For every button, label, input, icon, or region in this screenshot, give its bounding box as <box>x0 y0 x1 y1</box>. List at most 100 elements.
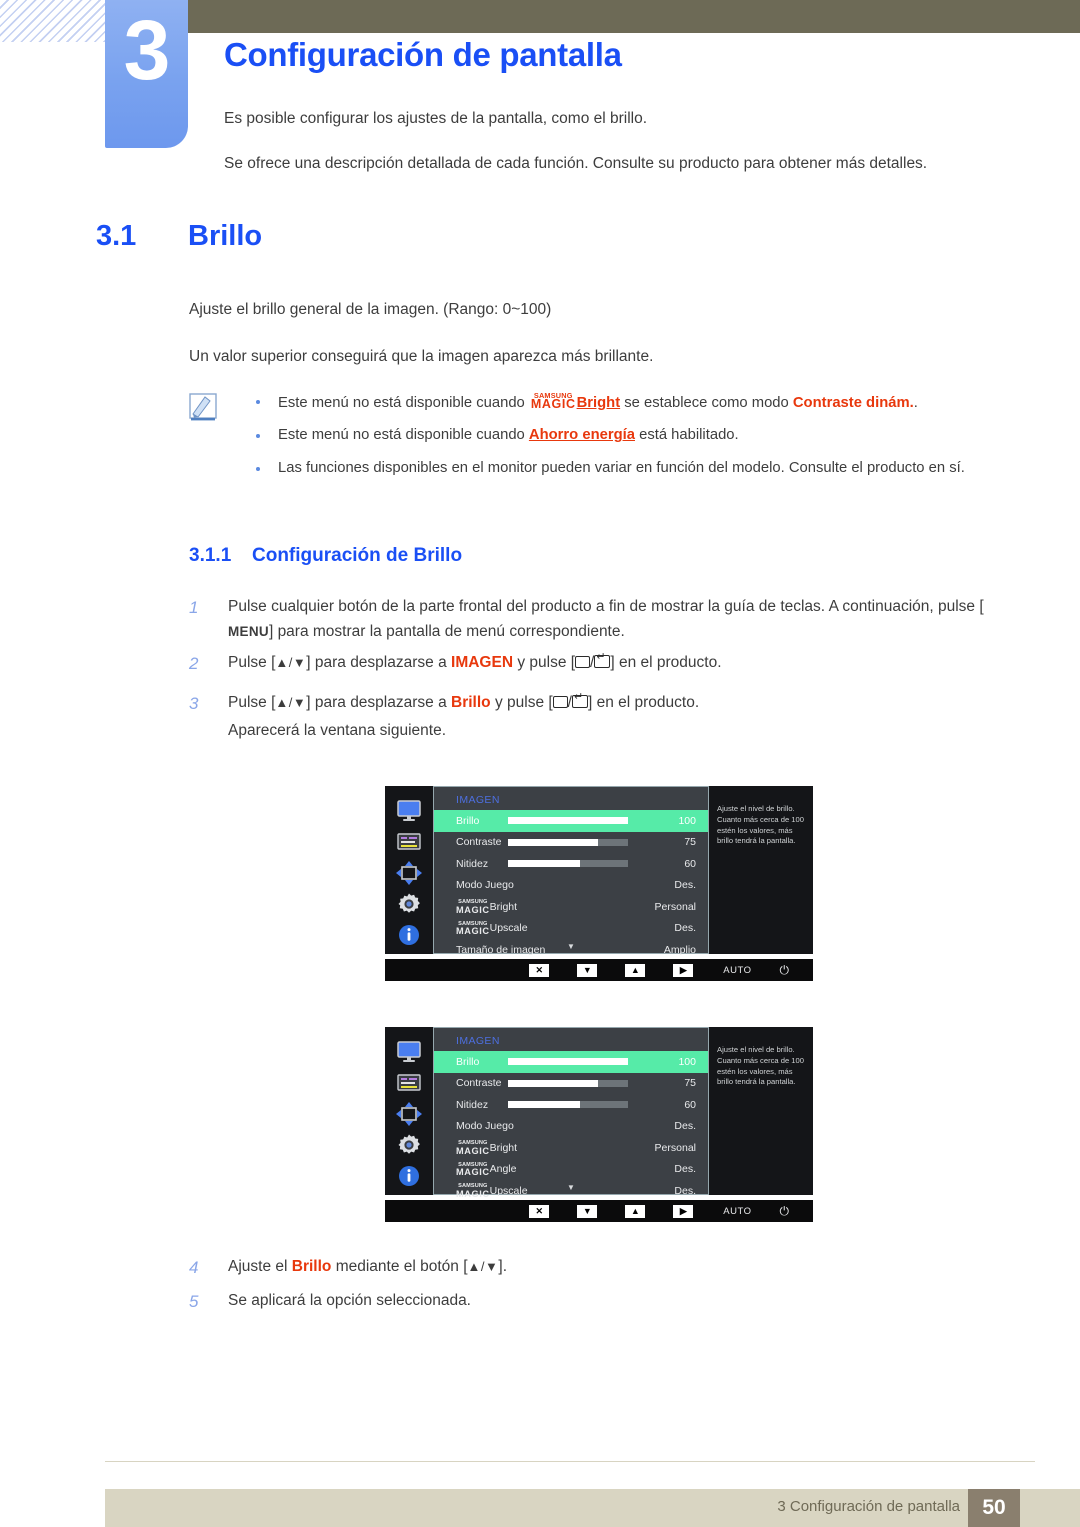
menu-key-label: MENU <box>228 624 269 640</box>
magic-bottom-text: MAGIC <box>456 904 490 915</box>
monitor-icon[interactable] <box>394 798 424 824</box>
osd-1-scroll-down-icon[interactable]: ▼ <box>567 943 575 951</box>
step-2: 2 Pulse [▲/▼] para desplazarse a IMAGEN y… <box>189 650 1019 675</box>
down-button[interactable]: ▼ <box>577 1204 598 1218</box>
enter-button[interactable]: ▶ <box>673 1204 694 1218</box>
power-button[interactable]: ⏻ <box>780 1204 790 1219</box>
osd-1-row-magicbright[interactable]: SAMSUNG MAGIC Bright Personal <box>434 896 708 918</box>
step-5-text: Se aplicará la opción seleccionada. <box>228 1292 471 1309</box>
osd-1-row-modo-juego-label: Modo Juego <box>456 879 514 892</box>
section-paragraph-2: Un valor superior conseguirá que la imag… <box>189 348 654 365</box>
chapter-number-tab: 3 <box>105 0 188 148</box>
osd-1-row-tamano-imagen-value: Amplio <box>663 943 696 956</box>
enter-button[interactable]: ▶ <box>673 963 694 977</box>
subsection-heading: 3.1.1 Configuración de Brillo <box>189 545 462 567</box>
osd-2-row-nitidez-bar[interactable] <box>508 1101 628 1109</box>
auto-button[interactable]: AUTO <box>723 1206 751 1217</box>
gear-icon[interactable] <box>394 891 424 917</box>
gear-icon[interactable] <box>394 1132 424 1158</box>
note-1-mid: se establece como modo <box>620 395 793 411</box>
osd-1-row-contraste[interactable]: Contraste 75 <box>434 832 708 854</box>
samsung-magic-logo: SAMSUNG MAGIC <box>456 921 490 937</box>
samsung-magic-logo: SAMSUNG MAGIC <box>456 1162 490 1178</box>
note-item: Las funciones disponibles en el monitor … <box>248 458 1013 479</box>
move-arrows-icon[interactable] <box>394 860 424 886</box>
step-2-pre: Pulse [ <box>228 654 276 671</box>
step-4-number: 4 <box>189 1258 199 1277</box>
osd-1-row-nitidez-bar[interactable] <box>508 860 628 868</box>
subsection-title: Configuración de Brillo <box>252 545 463 566</box>
osd-1-row-contraste-bar[interactable] <box>508 838 628 846</box>
osd-1-button-bar: ✕ ▼ ▲ ▶ AUTO ⏻ <box>385 959 813 981</box>
osd-1-row-brillo-label: Brillo <box>456 814 480 827</box>
move-arrows-icon[interactable] <box>394 1101 424 1127</box>
auto-button[interactable]: AUTO <box>723 965 751 976</box>
step-2-mid: ] para desplazarse a <box>306 654 452 671</box>
osd-1-row-magicbright-label: Bright <box>489 900 518 913</box>
down-button[interactable]: ▼ <box>577 963 598 977</box>
osd-2-row-magicbright[interactable]: SAMSUNG MAGIC Bright Personal <box>434 1137 708 1159</box>
osd-2-row-brillo-value: 100 <box>678 1055 696 1068</box>
osd-1-row-brillo-bar[interactable] <box>508 817 628 825</box>
step-4-highlight: Brillo <box>291 1258 332 1275</box>
section-heading: 3.1 Brillo <box>96 220 262 253</box>
source-key-icon <box>552 696 568 708</box>
osd-1-row-nitidez[interactable]: Nitidez 60 <box>434 853 708 875</box>
footer-page-number: 50 <box>968 1489 1020 1527</box>
osd-2-row-brillo-bar[interactable] <box>508 1058 628 1066</box>
osd-2-row-magicangle-value: Des. <box>674 1163 696 1176</box>
close-button[interactable]: ✕ <box>529 1204 550 1218</box>
note-3-text: Las funciones disponibles en el monitor … <box>278 459 965 476</box>
note-item: Este menú no está disponible cuando Ahor… <box>248 425 1013 446</box>
osd-2-row-magicangle[interactable]: SAMSUNG MAGIC Angle Des. <box>434 1159 708 1181</box>
step-1-post: ] para mostrar la pantalla de menú corre… <box>268 623 625 641</box>
osd-2-sidebar <box>385 1027 433 1195</box>
footer-title: 3 Configuración de pantalla <box>777 1498 960 1515</box>
note-1-pre: Este menú no está disponible cuando <box>278 395 529 411</box>
osd-1-row-modo-juego[interactable]: Modo Juego Des. <box>434 875 708 897</box>
osd-1-sidebar <box>385 786 433 954</box>
up-button[interactable]: ▲ <box>625 1204 646 1218</box>
osd-2-help-text: Ajuste el nivel de brillo. Cuanto más ce… <box>709 1027 813 1195</box>
osd-2-row-magicangle-label: Angle <box>489 1163 517 1176</box>
osd-2-row-contraste-label: Contraste <box>456 1077 502 1090</box>
osd-2-row-magicbright-label: Bright <box>489 1141 518 1154</box>
monitor-icon[interactable] <box>394 1039 424 1065</box>
info-icon[interactable] <box>394 922 424 948</box>
info-icon[interactable] <box>394 1163 424 1189</box>
list-icon[interactable] <box>394 1070 424 1096</box>
osd-2-row-contraste[interactable]: Contraste 75 <box>434 1073 708 1095</box>
osd-2-row-brillo[interactable]: Brillo 100 <box>434 1051 708 1073</box>
note-2-pre: Este menú no está disponible cuando <box>278 427 529 444</box>
osd-2-scroll-down-icon[interactable]: ▼ <box>567 1184 575 1192</box>
section-paragraph-1: Ajuste el brillo general de la imagen. (… <box>189 301 552 318</box>
updown-arrow-keys-icon: ▲/▼ <box>467 1259 499 1274</box>
osd-1-row-magicupscale[interactable]: SAMSUNG MAGIC Upscale Des. <box>434 918 708 940</box>
chapter-intro-line-1: Es posible configurar los ajustes de la … <box>224 110 648 127</box>
osd-2-row-modo-juego-label: Modo Juego <box>456 1120 514 1133</box>
header-olive-bar <box>188 0 1080 33</box>
step-1-number: 1 <box>189 598 199 617</box>
enter-key-icon <box>571 692 588 708</box>
note-1-magic-word: Bright <box>576 395 621 411</box>
osd-screenshot-2: IMAGEN Brillo 100 Contraste 75 Nitidez 6… <box>385 1027 813 1222</box>
osd-1-row-brillo[interactable]: Brillo 100 <box>434 810 708 832</box>
samsung-magic-logo: SAMSUNG MAGIC <box>456 1141 490 1156</box>
osd-2-body: IMAGEN Brillo 100 Contraste 75 Nitidez 6… <box>385 1027 813 1199</box>
up-button[interactable]: ▲ <box>625 963 646 977</box>
chapter-number: 3 <box>123 3 171 97</box>
list-icon[interactable] <box>394 829 424 855</box>
power-button[interactable]: ⏻ <box>780 963 790 978</box>
osd-1-row-magicbright-value: Personal <box>654 900 696 913</box>
step-3-pre: Pulse [ <box>228 694 276 711</box>
step-3-followup-text: Aparecerá la ventana siguiente. <box>228 722 447 739</box>
osd-2-row-nitidez[interactable]: Nitidez 60 <box>434 1094 708 1116</box>
step-4-post: ]. <box>498 1258 508 1275</box>
osd-2-row-contraste-bar[interactable] <box>508 1079 628 1087</box>
osd-1-row-brillo-value: 100 <box>678 814 696 827</box>
magic-bottom-text: MAGIC <box>530 397 576 411</box>
source-key-icon <box>575 656 591 668</box>
osd-2-row-modo-juego[interactable]: Modo Juego Des. <box>434 1116 708 1138</box>
step-3-post: ] en el producto. <box>587 694 700 711</box>
close-button[interactable]: ✕ <box>529 963 550 977</box>
